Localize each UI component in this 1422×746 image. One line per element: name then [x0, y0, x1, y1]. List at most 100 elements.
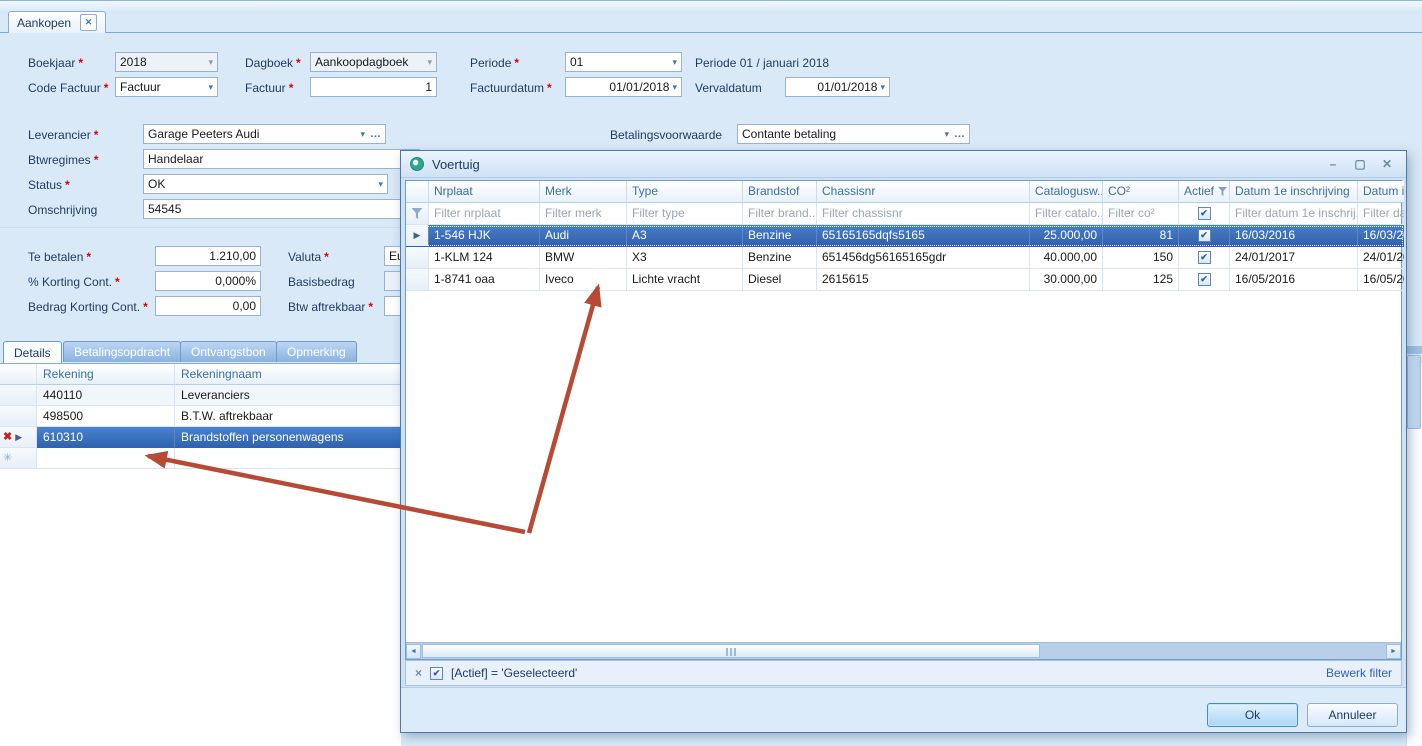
cell-chassisnr[interactable]: 2615615 [817, 269, 1030, 291]
cell-merk[interactable]: Audi [540, 225, 627, 247]
filter-funnel-icon[interactable] [1218, 187, 1227, 196]
table-row-selected[interactable]: ▶ 1-546 HJK Audi A3 Benzine 65165165dqfs… [406, 225, 1404, 247]
filter-nrplaat-input[interactable]: Filter nrplaat [429, 203, 540, 225]
cell-brandstof[interactable]: Benzine [743, 247, 817, 269]
cell-datum1[interactable]: 24/01/2017 [1230, 247, 1358, 269]
factuurdatum-picker[interactable]: 01/01/2018▾ [565, 77, 682, 97]
cell-rekening[interactable] [37, 448, 175, 469]
chevron-down-icon[interactable]: ▾ [360, 129, 365, 140]
column-header-type[interactable]: Type [627, 181, 743, 203]
column-header-datum-inschrijving-2[interactable]: Datum in [1358, 181, 1404, 203]
clear-filter-icon[interactable]: × [415, 667, 422, 679]
filter-datum2-input[interactable]: Filter da [1358, 203, 1404, 225]
omschrijving-input[interactable]: 54545 [143, 199, 420, 219]
cell-rekening[interactable]: 610310 [37, 427, 175, 448]
filter-merk-input[interactable]: Filter merk [540, 203, 627, 225]
cell-cataloguswaarde[interactable]: 40.000,00 [1030, 247, 1103, 269]
scroll-right-icon[interactable]: ► [1386, 644, 1401, 659]
cell-rekeningnaam[interactable]: Leveranciers [175, 385, 401, 406]
cell-type[interactable]: Lichte vracht [627, 269, 743, 291]
cell-actief-checkbox[interactable]: ✔ [1179, 247, 1230, 269]
column-header-nrplaat[interactable]: Nrplaat [429, 181, 540, 203]
bedrag-korting-input[interactable]: 0,00 [155, 296, 261, 316]
cell-nrplaat[interactable]: 1-546 HJK [429, 225, 540, 247]
cell-datum2[interactable]: 16/03/2016 [1358, 225, 1404, 247]
cell-cataloguswaarde[interactable]: 25.000,00 [1030, 225, 1103, 247]
form-vertical-scrollbar-thumb[interactable] [1407, 355, 1421, 429]
table-row-selected[interactable]: ✖ ▶ 610310 Brandstoffen personenwagens [0, 427, 401, 448]
cell-rekeningnaam[interactable]: B.T.W. aftrekbaar [175, 406, 401, 427]
filter-co2-input[interactable]: Filter co² [1103, 203, 1179, 225]
cell-chassisnr[interactable]: 651456dg56165165gdr [817, 247, 1030, 269]
filter-funnel-icon[interactable] [406, 203, 429, 225]
horizontal-scrollbar-thumb[interactable] [422, 644, 1040, 658]
table-row[interactable]: 440110 Leveranciers [0, 385, 401, 406]
scroll-left-icon[interactable]: ◄ [406, 644, 421, 659]
chevron-down-icon[interactable]: ▾ [208, 82, 213, 93]
ellipsis-button[interactable]: … [370, 128, 381, 140]
chevron-down-icon[interactable]: ▾ [672, 82, 677, 93]
cell-nrplaat[interactable]: 1-KLM 124 [429, 247, 540, 269]
bewerk-filter-link[interactable]: Bewerk filter [1326, 666, 1392, 680]
filter-actief-checkbox[interactable]: ✔ [1179, 203, 1230, 225]
table-row[interactable]: 1-8741 oaa Iveco Lichte vracht Diesel 26… [406, 269, 1404, 291]
korting-pct-input[interactable]: 0,000% [155, 271, 261, 291]
chevron-down-icon[interactable]: ▾ [378, 179, 383, 190]
table-row-new[interactable]: ✳ [0, 448, 401, 469]
leverancier-combo[interactable]: Garage Peeters Audi▾… [143, 124, 386, 144]
delete-row-icon[interactable]: ✖ [3, 432, 12, 443]
cell-chassisnr[interactable]: 65165165dqfs5165 [817, 225, 1030, 247]
filter-type-input[interactable]: Filter type [627, 203, 743, 225]
boekjaar-combo[interactable]: 2018▾ [115, 52, 218, 72]
filter-brandstof-input[interactable]: Filter brand... [743, 203, 817, 225]
column-header-rekeningnaam[interactable]: Rekeningnaam [175, 364, 401, 385]
column-header-rekening[interactable]: Rekening [37, 364, 175, 385]
cell-rekeningnaam[interactable]: Brandstoffen personenwagens [175, 427, 401, 448]
tab-ontvangstbon[interactable]: Ontvangstbon [180, 341, 277, 362]
cell-actief-checkbox[interactable]: ✔ [1179, 269, 1230, 291]
cell-datum1[interactable]: 16/03/2016 [1230, 225, 1358, 247]
cell-rekeningnaam[interactable] [175, 448, 401, 469]
cell-datum1[interactable]: 16/05/2016 [1230, 269, 1358, 291]
cell-co2[interactable]: 125 [1103, 269, 1179, 291]
tab-betalingsopdracht[interactable]: Betalingsopdracht [63, 341, 181, 362]
cell-type[interactable]: X3 [627, 247, 743, 269]
column-header-brandstof[interactable]: Brandstof [743, 181, 817, 203]
chevron-down-icon[interactable]: ▾ [672, 57, 677, 68]
cell-merk[interactable]: BMW [540, 247, 627, 269]
column-header-cataloguswaarde[interactable]: Catalogusw... [1030, 181, 1103, 203]
table-row[interactable]: 498500 B.T.W. aftrekbaar [0, 406, 401, 427]
annuleer-button[interactable]: Annuleer [1307, 703, 1398, 727]
btwregimes-input[interactable]: Handelaar [143, 149, 420, 169]
filter-cataloguswaarde-input[interactable]: Filter catalo... [1030, 203, 1103, 225]
column-header-actief[interactable]: Actief [1179, 181, 1230, 203]
cell-brandstof[interactable]: Diesel [743, 269, 817, 291]
cell-brandstof[interactable]: Benzine [743, 225, 817, 247]
cell-co2[interactable]: 81 [1103, 225, 1179, 247]
code-factuur-combo[interactable]: Factuur▾ [115, 77, 218, 97]
dagboek-combo[interactable]: Aankoopdagboek▾ [310, 52, 437, 72]
cell-nrplaat[interactable]: 1-8741 oaa [429, 269, 540, 291]
close-icon[interactable]: ✕ [1377, 157, 1397, 171]
maximize-icon[interactable]: ▢ [1350, 157, 1370, 171]
periode-combo[interactable]: 01▾ [565, 52, 682, 72]
chevron-down-icon[interactable]: ▾ [944, 129, 949, 140]
ok-button[interactable]: Ok [1207, 703, 1298, 727]
chevron-down-icon[interactable]: ▾ [427, 57, 432, 68]
dialog-title-bar[interactable]: Voertuig – ▢ ✕ [401, 151, 1406, 178]
vervaldatum-picker[interactable]: 01/01/2018▾ [785, 77, 890, 97]
column-header-co2[interactable]: CO² [1103, 181, 1179, 203]
cell-actief-checkbox[interactable]: ✔ [1179, 225, 1230, 247]
cell-co2[interactable]: 150 [1103, 247, 1179, 269]
chevron-down-icon[interactable]: ▾ [880, 82, 885, 93]
tab-details[interactable]: Details [3, 341, 62, 363]
chevron-down-icon[interactable]: ▾ [208, 57, 213, 68]
tab-opmerking[interactable]: Opmerking [276, 341, 357, 362]
filter-enabled-checkbox[interactable]: ✔ [430, 667, 443, 680]
column-header-datum-1e-inschrijving[interactable]: Datum 1e inschrijving [1230, 181, 1358, 203]
tab-aankopen[interactable]: Aankopen ✕ [8, 11, 106, 33]
tab-close-icon[interactable]: ✕ [80, 14, 97, 31]
cell-rekening[interactable]: 498500 [37, 406, 175, 427]
table-row[interactable]: 1-KLM 124 BMW X3 Benzine 651456dg5616516… [406, 247, 1404, 269]
cell-type[interactable]: A3 [627, 225, 743, 247]
